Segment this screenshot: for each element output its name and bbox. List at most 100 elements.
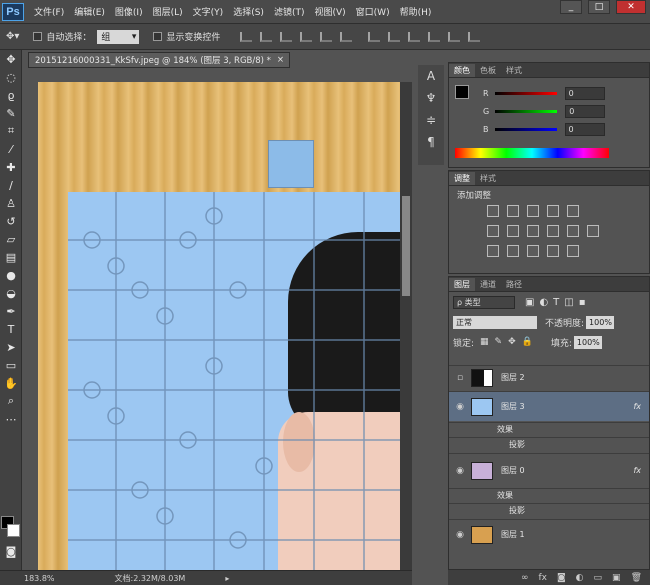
vibrance-icon[interactable] [567,205,579,217]
brush-icon[interactable]: ∕ [0,176,22,194]
align-right-icon[interactable] [340,31,353,42]
tab-styles[interactable]: 样式 [501,64,527,77]
document-tab[interactable]: 20151216000331_KkSfv.jpeg @ 184% (图层 3, … [28,52,290,68]
quick-mask-icon[interactable]: ◙ [0,542,22,560]
minimize-button[interactable]: _ [560,0,582,14]
slider-b[interactable]: B 0 [449,120,649,138]
close-tab-icon[interactable]: × [277,55,284,65]
channel-mixer-icon[interactable] [567,225,579,237]
distribute-vcenter-icon[interactable] [388,31,401,42]
curves-icon[interactable] [527,205,539,217]
channel-b-value[interactable]: 0 [564,122,605,136]
hand-icon[interactable]: ✋ [0,374,22,392]
new-group-icon[interactable]: ▭ [594,573,603,583]
effect-item[interactable]: 投影 [449,503,649,517]
fx-icon[interactable]: fx [633,466,641,475]
character-panel-icon[interactable]: A [418,65,444,87]
black-white-icon[interactable] [527,225,539,237]
align-vcenter-icon[interactable] [260,31,273,42]
color-spectrum[interactable] [455,148,609,158]
filter-icons[interactable]: ▣◐T◫▪ [525,297,591,308]
effects-row[interactable]: 效果 [449,488,649,502]
menu-edit[interactable]: 编辑(E) [74,5,105,18]
document-canvas[interactable] [38,82,400,570]
align-bottom-icon[interactable] [280,31,293,42]
add-mask-icon[interactable]: ◙ [557,573,566,583]
brightness-icon[interactable] [487,205,499,217]
eraser-icon[interactable]: ▱ [0,230,22,248]
status-arrow-icon[interactable]: ▸ [225,574,229,583]
auto-select-dropdown[interactable]: 组 ▾ [97,29,140,44]
fx-icon[interactable]: fx [633,402,641,411]
slider-r[interactable]: R 0 [449,84,649,102]
eyedropper-icon[interactable]: ⁄ [0,140,22,158]
distribute-top-icon[interactable] [368,31,381,42]
adjustments-icon[interactable]: ≑ [418,109,444,131]
layer-row[interactable]: ▫ 图层 2 [449,365,649,389]
fill-field[interactable]: 100% [573,335,602,349]
blend-mode-dropdown[interactable]: 正常 [453,315,537,329]
layer-row[interactable]: ◉ 图层 0 fx [449,453,649,487]
gradient-icon[interactable]: ▤ [0,248,22,266]
slider-r-track[interactable] [494,91,557,95]
crop-icon[interactable]: ⌗ [0,122,22,140]
transform-controls-checkbox[interactable] [153,32,163,41]
menu-select[interactable]: 选择(S) [233,5,264,18]
layer-filter-dropdown[interactable]: ρ 类型 [453,295,515,309]
invert-icon[interactable] [487,245,499,257]
tab-adjustments[interactable]: 调整 [449,172,475,185]
effect-item[interactable]: 投影 [449,437,649,451]
move-tool-icon[interactable]: ✥▾ [6,31,19,42]
paragraph-icon[interactable]: ¶ [418,131,444,153]
exposure-icon[interactable] [547,205,559,217]
zoom-level[interactable]: 183.8% [24,574,55,583]
path-select-icon[interactable]: ➤ [0,338,22,356]
delete-layer-icon[interactable]: 🗑 [631,573,642,583]
new-layer-icon[interactable]: ▣ [612,573,621,583]
blur-icon[interactable]: ● [0,266,22,284]
distribute-bottom-icon[interactable] [408,31,421,42]
effects-row[interactable]: 效果 [449,422,649,436]
add-style-icon[interactable]: fx [538,573,547,583]
color-balance-icon[interactable] [507,225,519,237]
distribute-right-icon[interactable] [468,31,481,42]
pen-icon[interactable]: ✒ [0,302,22,320]
tab-channels[interactable]: 通道 [475,278,501,291]
menu-view[interactable]: 视图(V) [314,5,345,18]
menu-window[interactable]: 窗口(W) [356,5,390,18]
menu-file[interactable]: 文件(F) [34,5,64,18]
tab-layers[interactable]: 图层 [449,278,475,291]
slider-g[interactable]: G 0 [449,102,649,120]
eye-icon[interactable]: ◉ [449,530,471,540]
layer-row[interactable]: ◉ 图层 1 [449,519,649,549]
move-icon[interactable]: ✥ [0,50,22,68]
history-brush-icon[interactable]: ↺ [0,212,22,230]
shape-icon[interactable]: ▭ [0,356,22,374]
tool-presets-icon[interactable]: ♆ [418,87,444,109]
levels-icon[interactable] [507,205,519,217]
tab-adjust-styles[interactable]: 样式 [475,172,501,185]
menu-type[interactable]: 文字(Y) [193,5,224,18]
lock-icons[interactable]: ▦✎✥🔒 [480,337,539,347]
quick-select-icon[interactable]: ✎ [0,104,22,122]
threshold-icon[interactable] [527,245,539,257]
scrollbar-thumb[interactable] [402,196,410,296]
align-hcenter-icon[interactable] [320,31,333,42]
stamp-icon[interactable]: ♙ [0,194,22,212]
selective-color-icon[interactable] [567,245,579,257]
align-left-icon[interactable] [300,31,313,42]
channel-r-value[interactable]: 0 [564,86,605,100]
zoom-icon[interactable]: ⌕ [0,392,22,410]
fg-color-swatch[interactable] [455,85,469,99]
new-fill-icon[interactable]: ◐ [576,573,584,583]
close-button[interactable]: ✕ [616,0,646,14]
photo-filter-icon[interactable] [547,225,559,237]
background-color-swatch[interactable] [7,524,20,537]
channel-g-value[interactable]: 0 [565,104,606,118]
tab-swatches[interactable]: 色板 [475,64,501,77]
more-tools-icon[interactable]: ⋯ [0,410,22,428]
hue-saturation-icon[interactable] [487,225,499,237]
healing-icon[interactable]: ✚ [0,158,22,176]
align-top-icon[interactable] [240,31,253,42]
color-lookup-icon[interactable] [587,225,599,237]
